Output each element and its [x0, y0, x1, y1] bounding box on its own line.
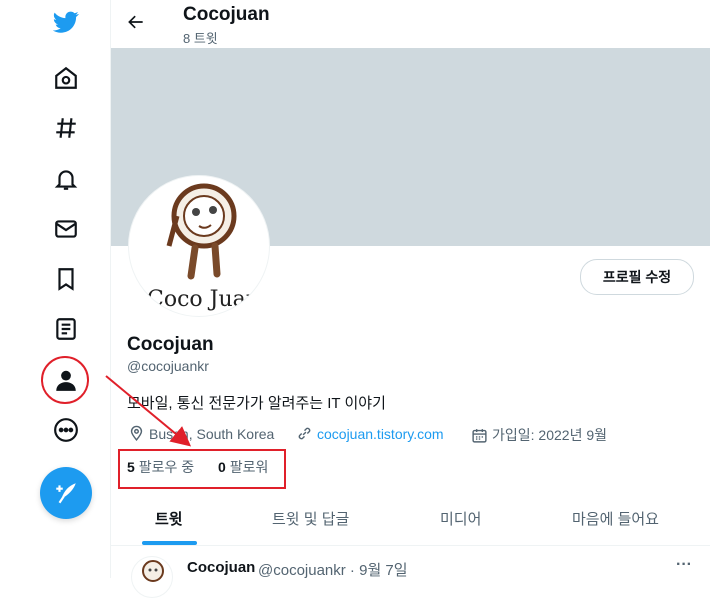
- tweet-author-name[interactable]: Cocojuan: [187, 559, 255, 576]
- annotation-arrow: [105, 375, 192, 447]
- website-link[interactable]: cocojuan.tistory.com: [317, 426, 444, 442]
- feather-plus-icon: [56, 483, 76, 504]
- twitter-logo-icon[interactable]: [48, 4, 84, 40]
- profile-icon[interactable]: [48, 362, 84, 398]
- tab-tweets[interactable]: 트윗: [155, 508, 183, 529]
- home-icon[interactable]: [48, 60, 84, 96]
- tweet-avatar[interactable]: [131, 556, 173, 598]
- avatar-signature: Coco Juan: [147, 287, 260, 312]
- back-arrow-icon[interactable]: [126, 12, 148, 34]
- tab-likes[interactable]: 마음에 들어요: [572, 508, 659, 529]
- avatar[interactable]: Coco Juan: [128, 175, 270, 317]
- join-date-text: 가입일: 2022년 9월: [492, 427, 607, 443]
- tab-tweets-replies[interactable]: 트윗 및 답글: [272, 508, 349, 529]
- calendar-icon: [472, 428, 487, 443]
- more-icon[interactable]: [48, 412, 84, 448]
- link-icon: [298, 427, 311, 440]
- messages-icon[interactable]: [48, 211, 84, 247]
- tweet-author-meta: @cocojuankr · 9월 7일: [258, 562, 408, 579]
- join-date: 가입일: 2022년 9월: [471, 425, 607, 445]
- tabs-divider: [111, 545, 710, 546]
- tab-media[interactable]: 미디어: [440, 508, 481, 529]
- website[interactable]: cocojuan.tistory.com: [296, 425, 444, 442]
- explore-icon[interactable]: [48, 110, 84, 146]
- edit-profile-button[interactable]: 프로필 수정: [580, 259, 694, 295]
- tweet-count: 8 트윗: [183, 31, 218, 46]
- profile-name: Cocojuan: [127, 334, 214, 355]
- bookmarks-icon[interactable]: [48, 261, 84, 297]
- notifications-icon[interactable]: [48, 161, 84, 197]
- tweet-more-icon[interactable]: ···: [676, 556, 692, 574]
- page-title: Cocojuan: [183, 4, 270, 25]
- compose-tweet-button[interactable]: [40, 467, 92, 519]
- lists-icon[interactable]: [48, 311, 84, 347]
